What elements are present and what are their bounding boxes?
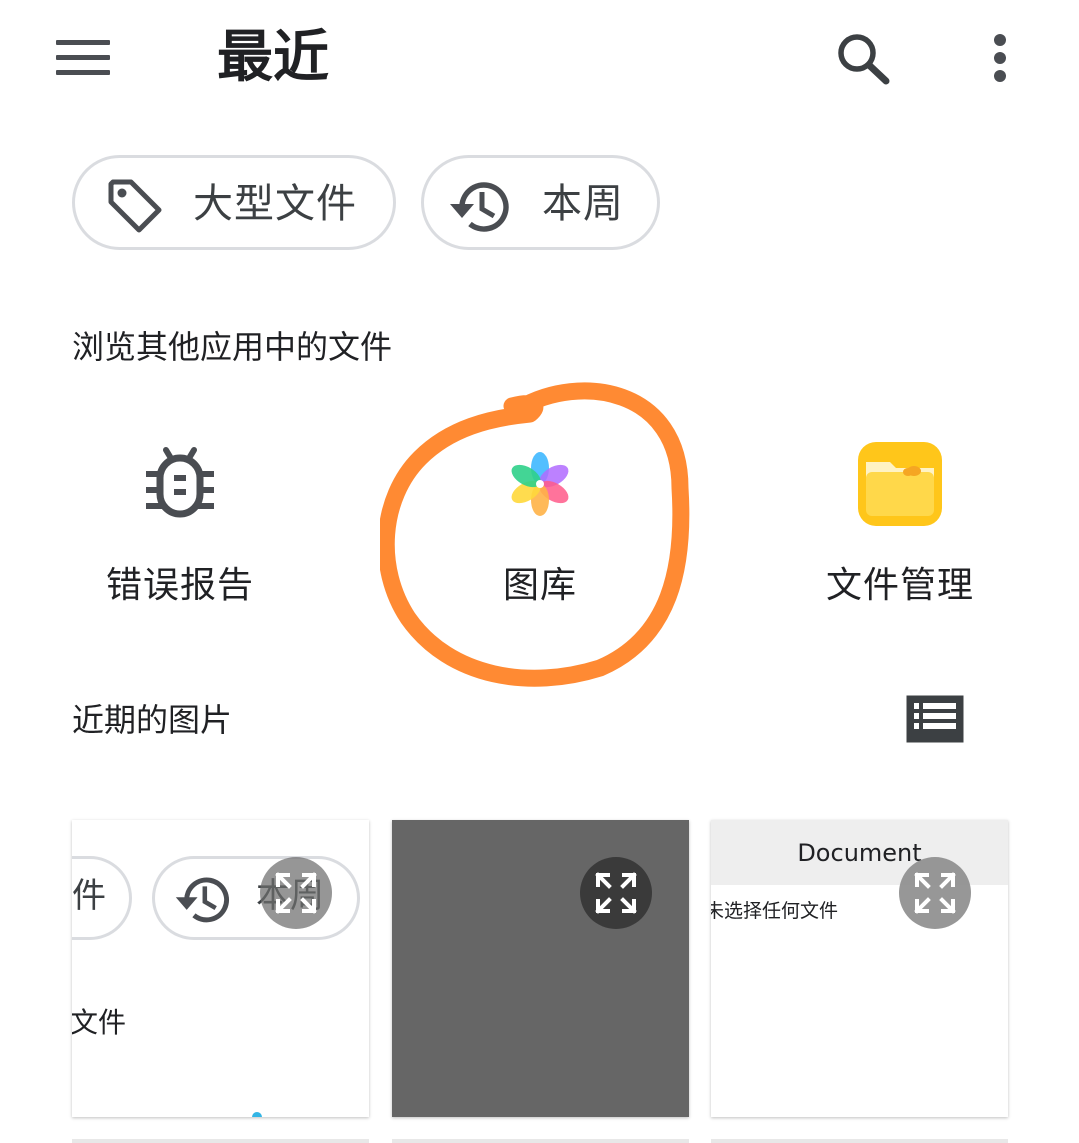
image-thumbnail[interactable]: 件 本周 的文件 xyxy=(72,820,369,1117)
search-button[interactable] xyxy=(832,30,894,86)
expand-icon xyxy=(595,872,637,914)
list-view-icon xyxy=(906,695,964,743)
thumbnail-peek xyxy=(72,1139,369,1143)
thumb-body-text: 未选择任何文件 xyxy=(711,900,839,922)
expand-button[interactable] xyxy=(260,857,332,929)
app-bug-report[interactable]: 错误报告 xyxy=(60,440,300,620)
recent-images-title: 近期的图片 xyxy=(72,701,233,739)
app-label: 图库 xyxy=(502,565,577,606)
menu-button[interactable] xyxy=(54,36,114,80)
expand-icon xyxy=(914,872,956,914)
app-label: 错误报告 xyxy=(105,565,254,606)
thumbnail-peek xyxy=(392,1139,689,1143)
search-icon xyxy=(838,34,890,85)
thumb-section-text: 的文件 xyxy=(72,1006,127,1039)
more-vert-icon-dot xyxy=(994,34,1006,46)
menu-icon-line xyxy=(56,70,110,75)
chip-label: 大型文件 xyxy=(193,181,357,227)
history-icon xyxy=(175,877,229,923)
image-thumbnail[interactable] xyxy=(392,820,689,1117)
image-thumbnail[interactable]: Document 未选择任何文件 xyxy=(711,820,1008,1117)
gallery-flower-icon xyxy=(511,452,569,516)
chip-this-week[interactable]: 本周 xyxy=(421,155,660,250)
expand-button[interactable] xyxy=(580,857,652,929)
thumb-chip-label: 件 xyxy=(72,876,106,916)
app-gallery[interactable]: 图库 xyxy=(420,440,660,620)
thumb-dot xyxy=(252,1112,262,1117)
app-label: 文件管理 xyxy=(825,565,974,606)
chip-label: 本周 xyxy=(542,181,624,227)
expand-button[interactable] xyxy=(899,857,971,929)
page-title: 最近 xyxy=(217,25,329,90)
thumb-header-title: Document xyxy=(797,839,922,867)
more-vert-icon-dot xyxy=(994,52,1006,64)
expand-icon xyxy=(275,872,317,914)
app-file-manager[interactable]: 文件管理 xyxy=(780,440,1020,620)
menu-icon-line xyxy=(56,40,110,45)
list-view-toggle[interactable] xyxy=(905,694,965,744)
thumbnail-peek xyxy=(711,1139,1008,1143)
tag-icon xyxy=(108,179,162,233)
browse-section-title: 浏览其他应用中的文件 xyxy=(72,328,393,366)
history-icon xyxy=(450,182,509,232)
more-options-button[interactable] xyxy=(988,30,1016,86)
more-vert-icon-dot xyxy=(994,70,1006,82)
menu-icon-line xyxy=(56,55,110,60)
bug-icon xyxy=(146,447,214,518)
chip-large-files[interactable]: 大型文件 xyxy=(72,155,396,250)
file-manager-folder-icon xyxy=(858,442,942,526)
